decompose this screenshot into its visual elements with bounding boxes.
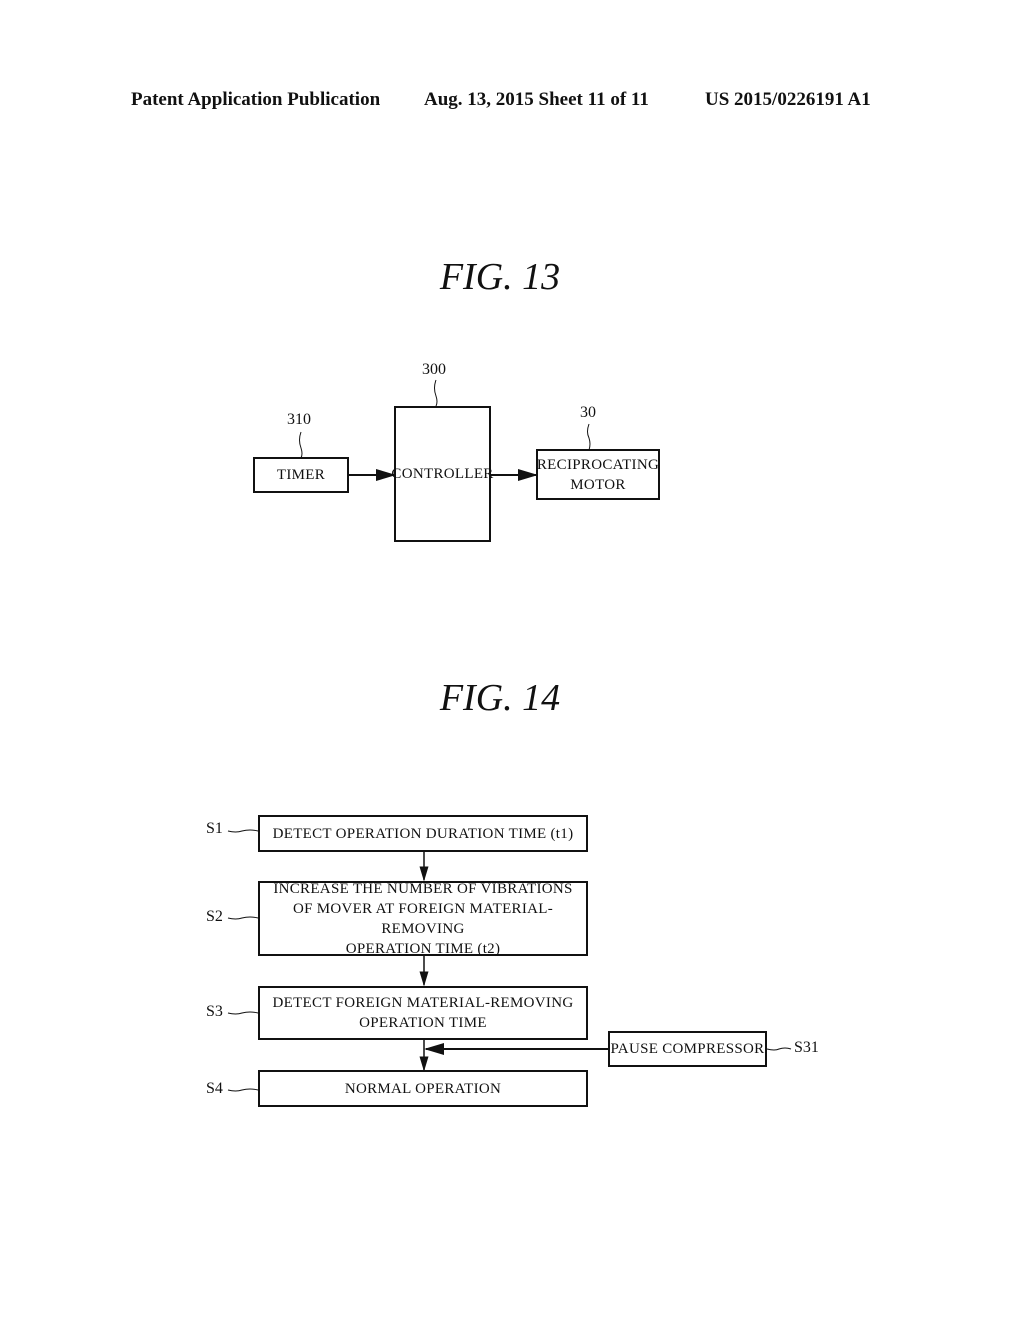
step-s2-label: INCREASE THE NUMBER OF VIBRATIONS OF MOV… [273,880,573,957]
controller-label: CONTROLLER [391,466,494,482]
leader-s2 [227,916,259,920]
leader-s31 [766,1047,792,1051]
step-s2: INCREASE THE NUMBER OF VIBRATIONS OF MOV… [258,880,588,957]
ref-310: 310 [287,411,311,428]
step-s1-label: DETECT OPERATION DURATION TIME (t1) [272,825,574,842]
ref-s4: S4 [206,1080,223,1097]
controller-block: CONTROLLER [391,406,494,542]
leader-30 [587,423,591,451]
motor-label: RECIPROCATING MOTOR [536,456,660,493]
step-s1: DETECT OPERATION DURATION TIME (t1) [258,815,588,852]
leader-300 [434,379,438,407]
ref-30: 30 [580,404,596,421]
leader-s1 [227,829,259,833]
timer-block: TIMER [253,457,349,493]
ref-s1: S1 [206,820,223,837]
ref-s3: S3 [206,1003,223,1020]
ref-300: 300 [422,361,446,378]
step-s31-label: PAUSE COMPRESSOR [610,1041,765,1057]
ref-s2: S2 [206,908,223,925]
step-s3-label: DETECT FOREIGN MATERIAL-REMOVING OPERATI… [272,995,574,1031]
step-s4: NORMAL OPERATION [258,1070,588,1107]
step-s3: DETECT FOREIGN MATERIAL-REMOVING OPERATI… [258,986,588,1040]
ref-s31: S31 [794,1039,819,1056]
step-s4-label: NORMAL OPERATION [344,1080,502,1097]
motor-block: RECIPROCATING MOTOR [536,449,660,500]
step-s31: PAUSE COMPRESSOR [608,1031,767,1067]
leader-s3 [227,1011,259,1015]
timer-label: TIMER [276,467,326,483]
leader-310 [299,431,303,459]
leader-s4 [227,1088,259,1092]
connector-lines [227,379,792,1092]
